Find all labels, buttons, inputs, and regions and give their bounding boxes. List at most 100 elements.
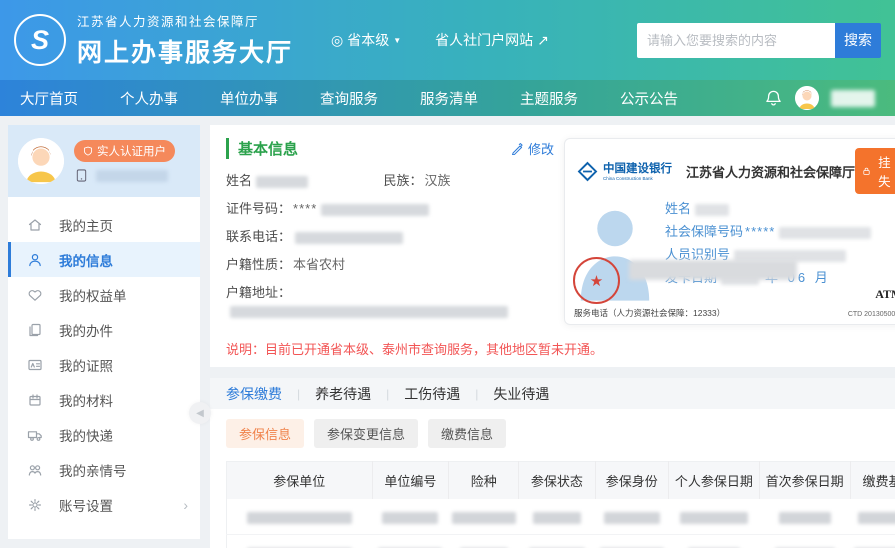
edit-button[interactable]: 修改 (511, 139, 554, 158)
user-avatar[interactable] (795, 86, 819, 110)
table-cell (519, 499, 595, 535)
redacted-value (382, 512, 438, 524)
table-row[interactable] (227, 535, 895, 548)
field-label: 户籍性质： (226, 257, 291, 272)
phone-icon (76, 169, 87, 182)
table-cell (227, 499, 373, 535)
user-icon (27, 252, 43, 268)
docs-icon (27, 322, 43, 338)
table-cell (668, 535, 759, 548)
nav-item-4[interactable]: 查询服务 (320, 88, 378, 109)
subtab-2[interactable]: 参保变更信息 (314, 419, 418, 448)
table-cell (850, 535, 895, 548)
bank-block: 中国建设银行 China Construction Bank (577, 160, 672, 182)
redacted-value (680, 512, 748, 524)
redacted-value (452, 512, 516, 524)
subtab-3[interactable]: 缴费信息 (428, 419, 506, 448)
table-header-cell: 单位编号 (372, 462, 449, 500)
tab-4[interactable]: 失业待遇 (478, 384, 564, 404)
nav-right (764, 86, 875, 110)
site-title: 江苏省人力资源和社会保障厅 网上办事服务大厅 (77, 11, 293, 69)
field-label: 社会保障号码 (665, 224, 743, 239)
sidebar-item[interactable]: 我的权益单 (8, 277, 200, 312)
lock-icon (862, 165, 871, 177)
tab-3[interactable]: 工伤待遇 (389, 384, 475, 404)
tab-2[interactable]: 养老待遇 (300, 384, 386, 404)
table-row[interactable] (227, 499, 895, 535)
red-seal-icon: ★ (573, 257, 620, 304)
query-card: 参保缴费|养老待遇|工伤待遇|失业待遇 参保信息参保变更信息缴费信息 参保单位单… (210, 378, 895, 548)
username-redacted (831, 90, 875, 107)
logo-icon: S (14, 14, 66, 66)
field-label: 姓名 (226, 173, 252, 188)
basic-info-fields: 姓名民族：汉族证件号码：****联系电话：户籍性质：本省农村户籍地址： (226, 172, 554, 320)
sidebar-item[interactable]: 我的快递 (8, 417, 200, 452)
search-button[interactable]: 搜索 (835, 23, 881, 58)
basic-info-title: 基本信息 (226, 138, 298, 159)
subtab-1[interactable]: 参保信息 (226, 419, 304, 448)
nav-item-5[interactable]: 服务清单 (420, 88, 478, 109)
sidebar-item[interactable]: 我的证照 (8, 347, 200, 382)
verified-badge: 实人认证用户 (74, 140, 175, 162)
sidebar-item[interactable]: 我的办件 (8, 312, 200, 347)
report-loss-button[interactable]: 挂失 › (855, 148, 895, 194)
masked-prefix: **** (293, 201, 317, 216)
sidebar-collapse-button[interactable]: ◀ (189, 402, 211, 424)
nav-item-1[interactable]: 大厅首页 (20, 88, 78, 109)
materials-icon (27, 392, 43, 408)
table-cell (595, 499, 668, 535)
sidebar-item-label: 我的快递 (59, 425, 113, 445)
gear-icon (27, 497, 43, 513)
nav-menu: 大厅首页 个人办事 单位办事 查询服务 服务清单 主题服务 公示公告 (20, 88, 720, 109)
sidebar-item[interactable]: 我的亲情号 (8, 452, 200, 487)
region-selector[interactable]: ◎ 省本级 ▼ (331, 30, 401, 50)
table-cell (449, 535, 519, 548)
nav-item-6[interactable]: 主题服务 (520, 88, 578, 109)
sidebar-item[interactable]: 我的主页 (8, 207, 200, 242)
field-value: 汉族 (424, 173, 450, 188)
info-field: 姓名 (665, 199, 871, 218)
location-icon: ◎ (331, 32, 343, 49)
table-cell (519, 535, 595, 548)
rights-icon (27, 287, 43, 303)
redacted-value (230, 306, 508, 318)
nav-item-7[interactable]: 公示公告 (620, 88, 678, 109)
info-field: 姓名 (226, 172, 383, 190)
phone-number-redacted (96, 170, 168, 182)
info-field: 证件号码：**** (226, 200, 554, 218)
redacted-value (858, 512, 895, 524)
redacted-value (779, 512, 831, 524)
portal-site-link[interactable]: 省人社门户网站 ↗ (435, 30, 549, 50)
table-header-cell: 参保状态 (519, 462, 595, 500)
sidebar-item[interactable]: 我的材料 (8, 382, 200, 417)
masked-prefix: ***** (745, 224, 775, 239)
table-cell (595, 535, 668, 548)
field-label: 证件号码： (226, 201, 291, 216)
redacted-value (321, 204, 429, 216)
sidebar-item[interactable]: 我的信息 (8, 242, 200, 277)
sidebar-avatar (18, 138, 64, 184)
atm-label: ATM (875, 287, 895, 301)
nav-item-3[interactable]: 单位办事 (220, 88, 278, 109)
sidebar-item-label: 我的办件 (59, 320, 113, 340)
basic-info-card: 基本信息 修改 姓名民族：汉族证件号码：****联系电话：户籍性质：本省农村户籍… (210, 125, 895, 367)
search-input[interactable] (637, 23, 835, 58)
main-area: 基本信息 修改 姓名民族：汉族证件号码：****联系电话：户籍性质：本省农村户籍… (210, 125, 895, 539)
bell-icon[interactable] (764, 89, 783, 108)
nav-item-2[interactable]: 个人办事 (120, 88, 178, 109)
sidebar-item[interactable]: 账号设置› (8, 487, 200, 522)
sidebar: 实人认证用户 我的主页我的信息我的权益单我的办件我的证照我的材料我的快递我的亲情… (8, 125, 200, 539)
tab-1[interactable]: 参保缴费 (226, 384, 297, 404)
redacted-value (779, 227, 871, 239)
verified-icon (83, 146, 93, 156)
field-label: 户籍地址： (226, 285, 291, 300)
field-label: 联系电话： (226, 229, 291, 244)
sidebar-item-label: 账号设置 (59, 495, 113, 515)
table-cell (372, 499, 449, 535)
info-field: 户籍性质：本省农村 (226, 256, 554, 274)
ss-card-area: 中国建设银行 China Construction Bank 江苏省人力资源和社… (564, 138, 895, 330)
table-cell (449, 499, 519, 535)
license-icon (27, 357, 43, 373)
pencil-icon (511, 142, 524, 155)
field-value: 本省农村 (293, 257, 345, 272)
